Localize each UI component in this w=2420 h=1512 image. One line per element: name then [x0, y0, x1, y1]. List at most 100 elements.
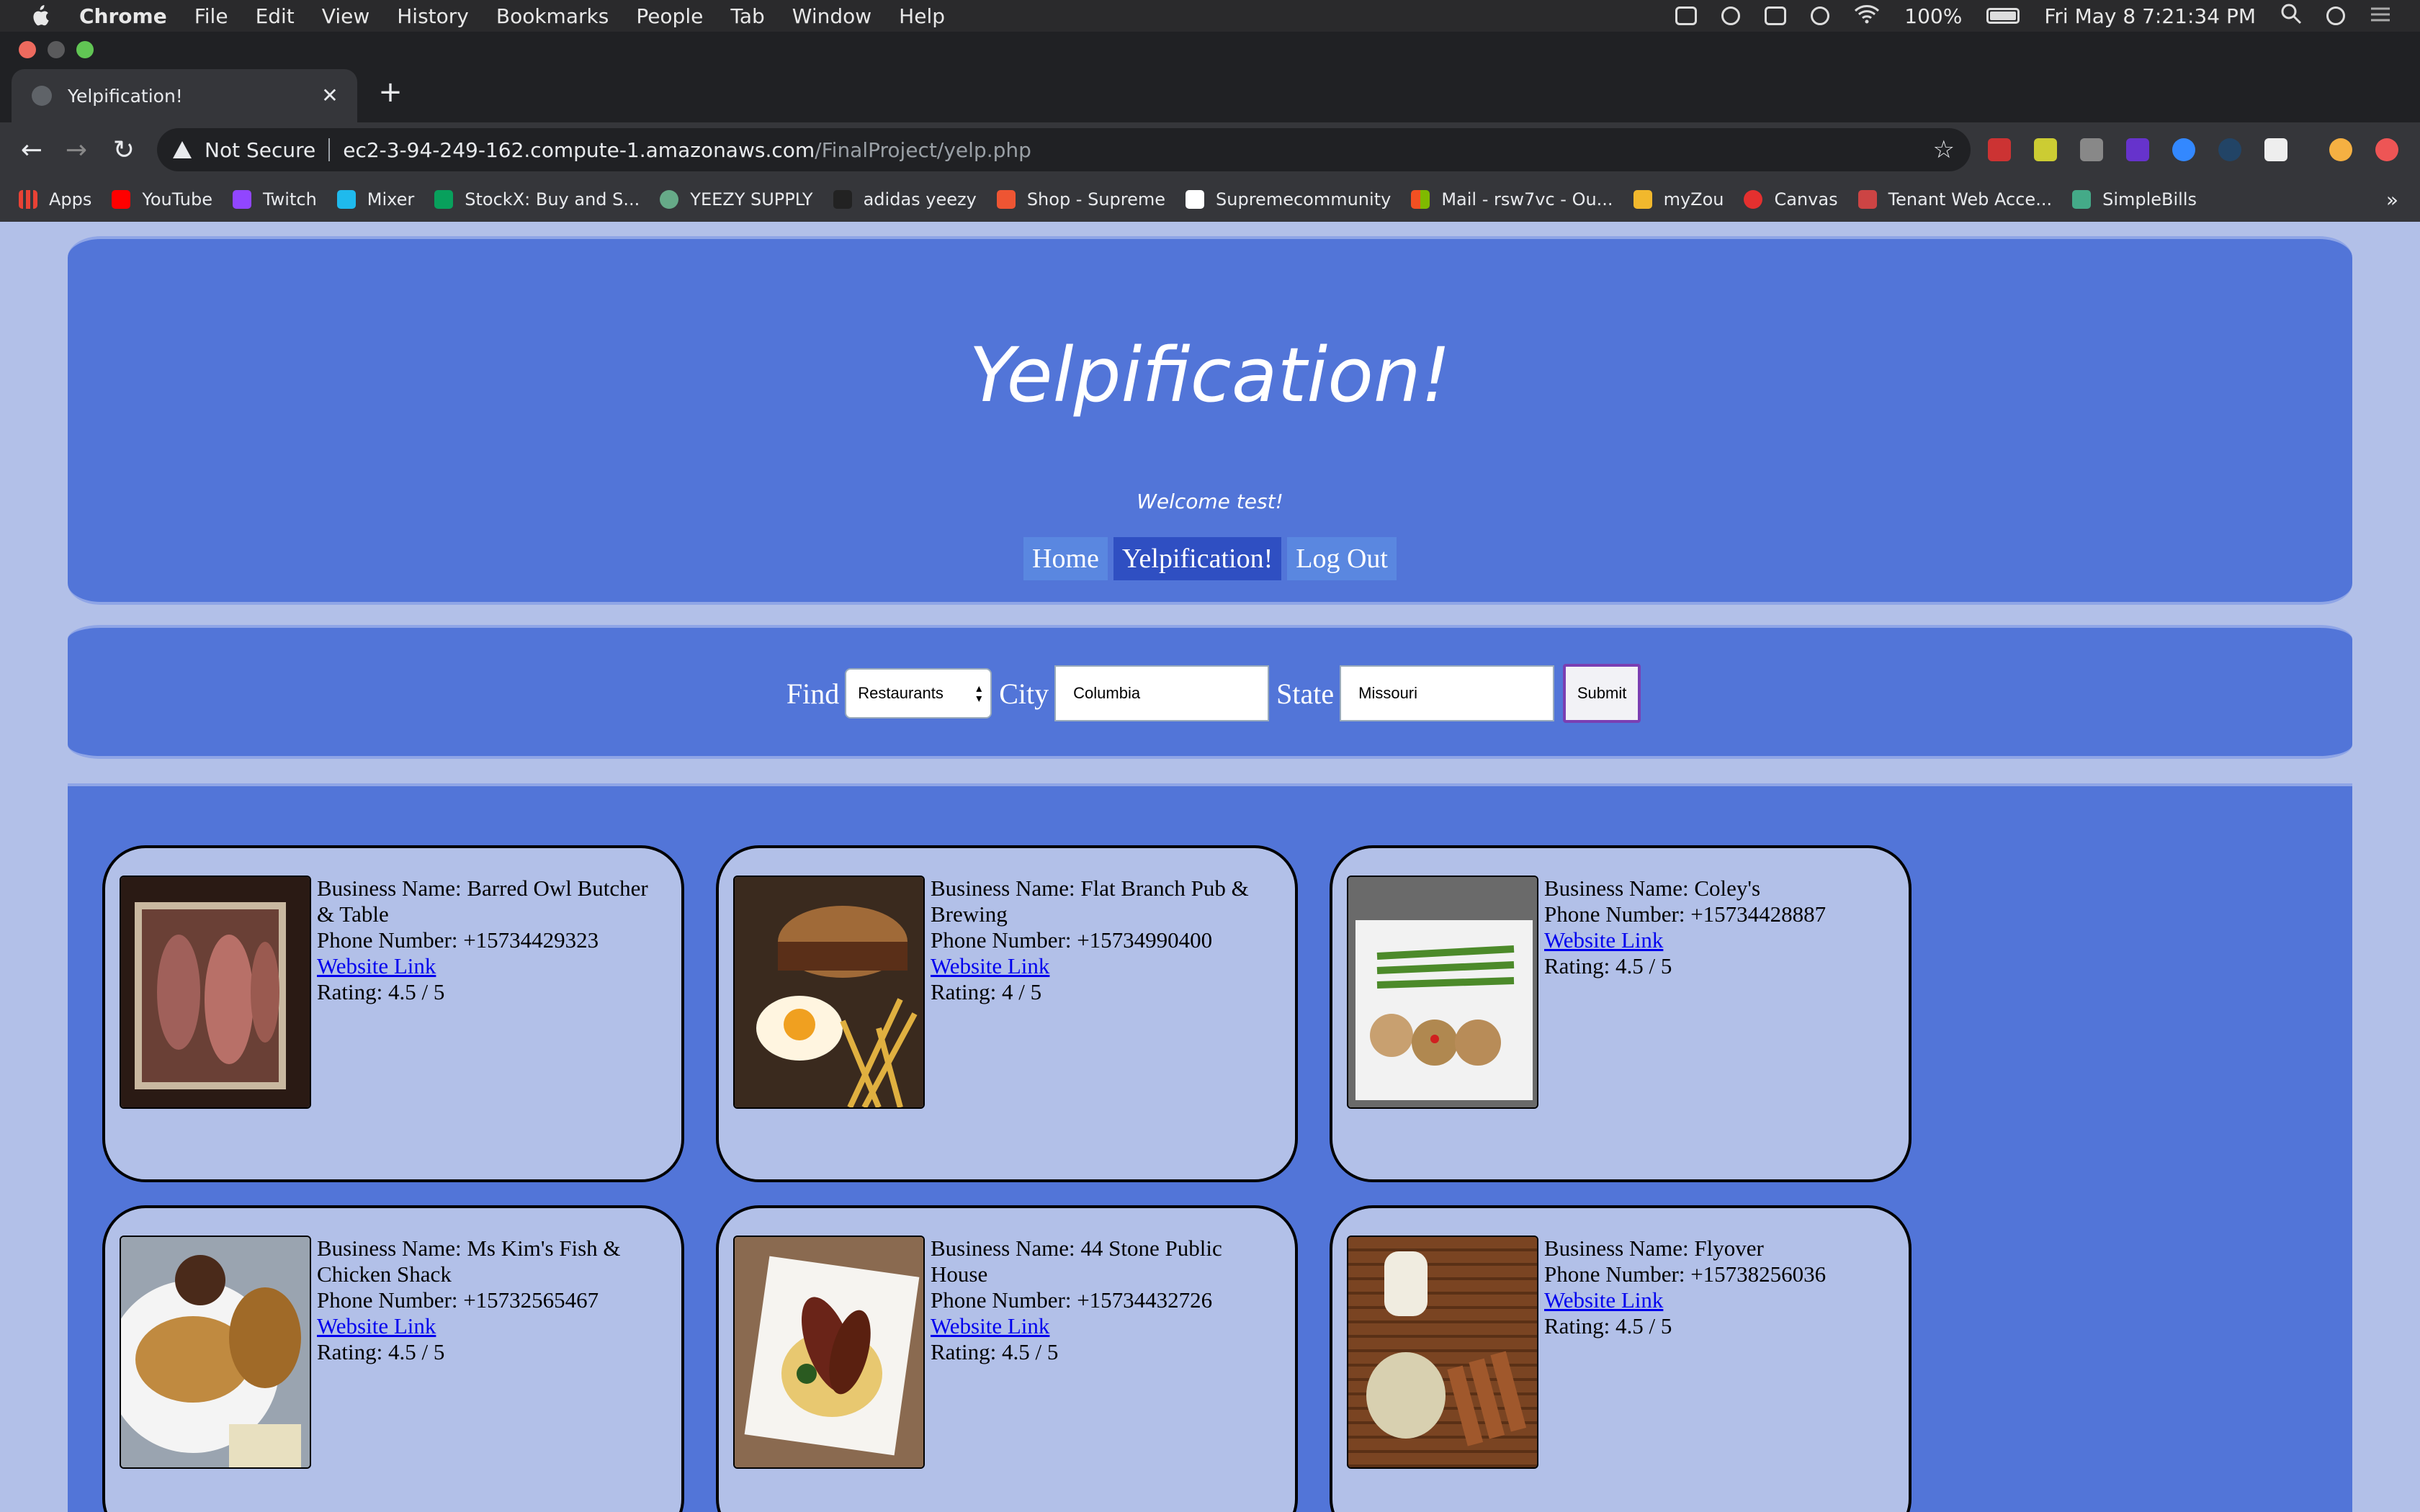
back-arrow-icon[interactable]: ←: [16, 134, 48, 166]
extension-icon[interactable]: [2172, 138, 2195, 161]
canvas-icon: [1744, 190, 1763, 209]
website-link[interactable]: Website Link: [1544, 927, 1663, 953]
new-tab-button[interactable]: +: [376, 76, 405, 109]
business-rating: Rating: 4.5 / 5: [317, 1339, 445, 1364]
battery-icon[interactable]: [1986, 8, 2020, 24]
bookmark-apps[interactable]: Apps: [19, 189, 91, 210]
website-link[interactable]: Website Link: [317, 1313, 436, 1338]
menu-history[interactable]: History: [397, 4, 469, 28]
extension-icon[interactable]: [2218, 138, 2241, 161]
bookmark-myzou[interactable]: myZou: [1633, 189, 1724, 210]
menubar-status-area: 100% Fri May 8 7:21:34 PM: [1675, 0, 2391, 32]
zoom-icon[interactable]: [1675, 6, 1698, 25]
warning-icon: [173, 141, 192, 158]
bookmarks-overflow-icon[interactable]: »: [2386, 188, 2398, 212]
apple-icon[interactable]: [29, 4, 50, 28]
tab-favicon-icon: [32, 86, 52, 106]
extension-icon[interactable]: [2126, 138, 2149, 161]
business-photo: [733, 876, 925, 1109]
bookmark-adidas-yeezy[interactable]: adidas yeezy: [833, 189, 977, 210]
youtube-icon: [112, 190, 131, 209]
bookmark-stockx[interactable]: StockX: Buy and S...: [434, 189, 640, 210]
leaf-icon: [2072, 190, 2092, 209]
menu-edit[interactable]: Edit: [256, 4, 295, 28]
bluetooth-icon[interactable]: [1811, 6, 1830, 25]
business-card: Business Name: Barred Owl Butcher & Tabl…: [102, 845, 684, 1182]
window-close-button[interactable]: [19, 41, 36, 58]
website-link[interactable]: Website Link: [317, 953, 436, 978]
supremecommunity-icon: [1186, 190, 1205, 209]
business-name: Business Name: Barred Owl Butcher & Tabl…: [317, 876, 648, 927]
browser-tab[interactable]: Yelpification! ✕: [12, 69, 357, 122]
menu-bookmarks[interactable]: Bookmarks: [496, 4, 609, 28]
notification-center-icon[interactable]: [2370, 4, 2391, 28]
wifi-icon[interactable]: [1854, 4, 1880, 29]
tab-close-icon[interactable]: ✕: [317, 82, 343, 108]
menu-view[interactable]: View: [322, 4, 369, 28]
nav-yelpification-link[interactable]: Yelpification!: [1113, 537, 1282, 580]
creative-cloud-icon[interactable]: [1721, 6, 1741, 25]
business-card: Business Name: 44 Stone Public House Pho…: [716, 1205, 1298, 1512]
business-phone: Phone Number: +15734990400: [931, 927, 1213, 953]
bookmark-star-icon[interactable]: ☆: [1933, 135, 1955, 164]
bookmark-supremecommunity[interactable]: Supremecommunity: [1186, 189, 1391, 210]
menu-help[interactable]: Help: [899, 4, 945, 28]
business-name: Business Name: Flyover: [1544, 1236, 1764, 1261]
city-input[interactable]: Columbia: [1054, 665, 1270, 721]
security-label[interactable]: Not Secure: [205, 138, 315, 162]
bookmark-youtube[interactable]: YouTube: [112, 189, 212, 210]
menu-window[interactable]: Window: [792, 4, 871, 28]
website-link[interactable]: Website Link: [931, 953, 1049, 978]
bookmark-shop-supreme[interactable]: Shop - Supreme: [996, 189, 1165, 210]
adidas-icon: [833, 190, 852, 209]
reload-icon[interactable]: ↻: [108, 134, 140, 166]
window-minimize-button[interactable]: [48, 41, 65, 58]
window-zoom-button[interactable]: [76, 41, 94, 58]
website-link[interactable]: Website Link: [931, 1313, 1049, 1338]
tab-title: Yelpification!: [68, 85, 183, 107]
spotlight-search-icon[interactable]: [2280, 3, 2302, 30]
business-phone: Phone Number: +15732565467: [317, 1287, 599, 1313]
address-bar[interactable]: Not Secure ec2-3-94-249-162.compute-1.am…: [157, 128, 1971, 171]
airplay-icon[interactable]: [1765, 6, 1787, 25]
bookmark-twitch[interactable]: Twitch: [232, 189, 317, 210]
menu-tab[interactable]: Tab: [730, 4, 764, 28]
business-photo: [120, 876, 311, 1109]
page-viewport: Yelpification! Welcome test! Home Yelpif…: [0, 222, 2420, 1512]
window-titlebar: [0, 32, 2420, 62]
bookmark-yeezy-supply[interactable]: YEEZY SUPPLY: [660, 189, 813, 210]
menu-app-name[interactable]: Chrome: [79, 4, 167, 28]
profile-avatar[interactable]: [2329, 138, 2352, 161]
nav-logout-link[interactable]: Log Out: [1287, 537, 1397, 580]
nav-home-link[interactable]: Home: [1023, 537, 1108, 580]
website-link[interactable]: Website Link: [1544, 1287, 1663, 1313]
menu-people[interactable]: People: [636, 4, 703, 28]
menu-file[interactable]: File: [194, 4, 228, 28]
extension-icon[interactable]: [1988, 138, 2011, 161]
globe-icon: [660, 190, 679, 209]
bookmark-tenant-web-access[interactable]: Tenant Web Acce...: [1857, 189, 2052, 210]
category-select[interactable]: Restaurants ▴ ▾: [845, 668, 992, 719]
bookmark-mail[interactable]: Mail - rsw7vc - Ou...: [1411, 189, 1613, 210]
extension-icon[interactable]: [2375, 138, 2398, 161]
mixer-icon: [336, 190, 356, 209]
siri-icon[interactable]: [2326, 6, 2345, 25]
extension-icon[interactable]: [2080, 138, 2103, 161]
find-label: Find: [786, 677, 840, 710]
url-host: ec2-3-94-249-162.compute-1.amazonaws.com: [343, 138, 815, 162]
extension-icon[interactable]: [2034, 138, 2057, 161]
bookmark-simplebills[interactable]: SimpleBills: [2072, 189, 2197, 210]
extension-icon[interactable]: [2264, 138, 2287, 161]
business-photo: [733, 1236, 925, 1469]
state-input[interactable]: Missouri: [1340, 665, 1555, 721]
submit-button[interactable]: Submit: [1563, 664, 1641, 723]
tab-strip: Yelpification! ✕: [0, 62, 2420, 122]
forward-arrow-icon[interactable]: →: [60, 134, 92, 166]
bookmarks-bar: Apps YouTube Twitch Mixer StockX: Buy an…: [0, 177, 2420, 222]
address-divider: [328, 138, 331, 161]
business-photo: [1347, 1236, 1538, 1469]
business-rating: Rating: 4 / 5: [931, 979, 1042, 1004]
bookmark-canvas[interactable]: Canvas: [1744, 189, 1838, 210]
bookmark-mixer[interactable]: Mixer: [336, 189, 414, 210]
clock[interactable]: Fri May 8 7:21:34 PM: [2044, 4, 2256, 28]
